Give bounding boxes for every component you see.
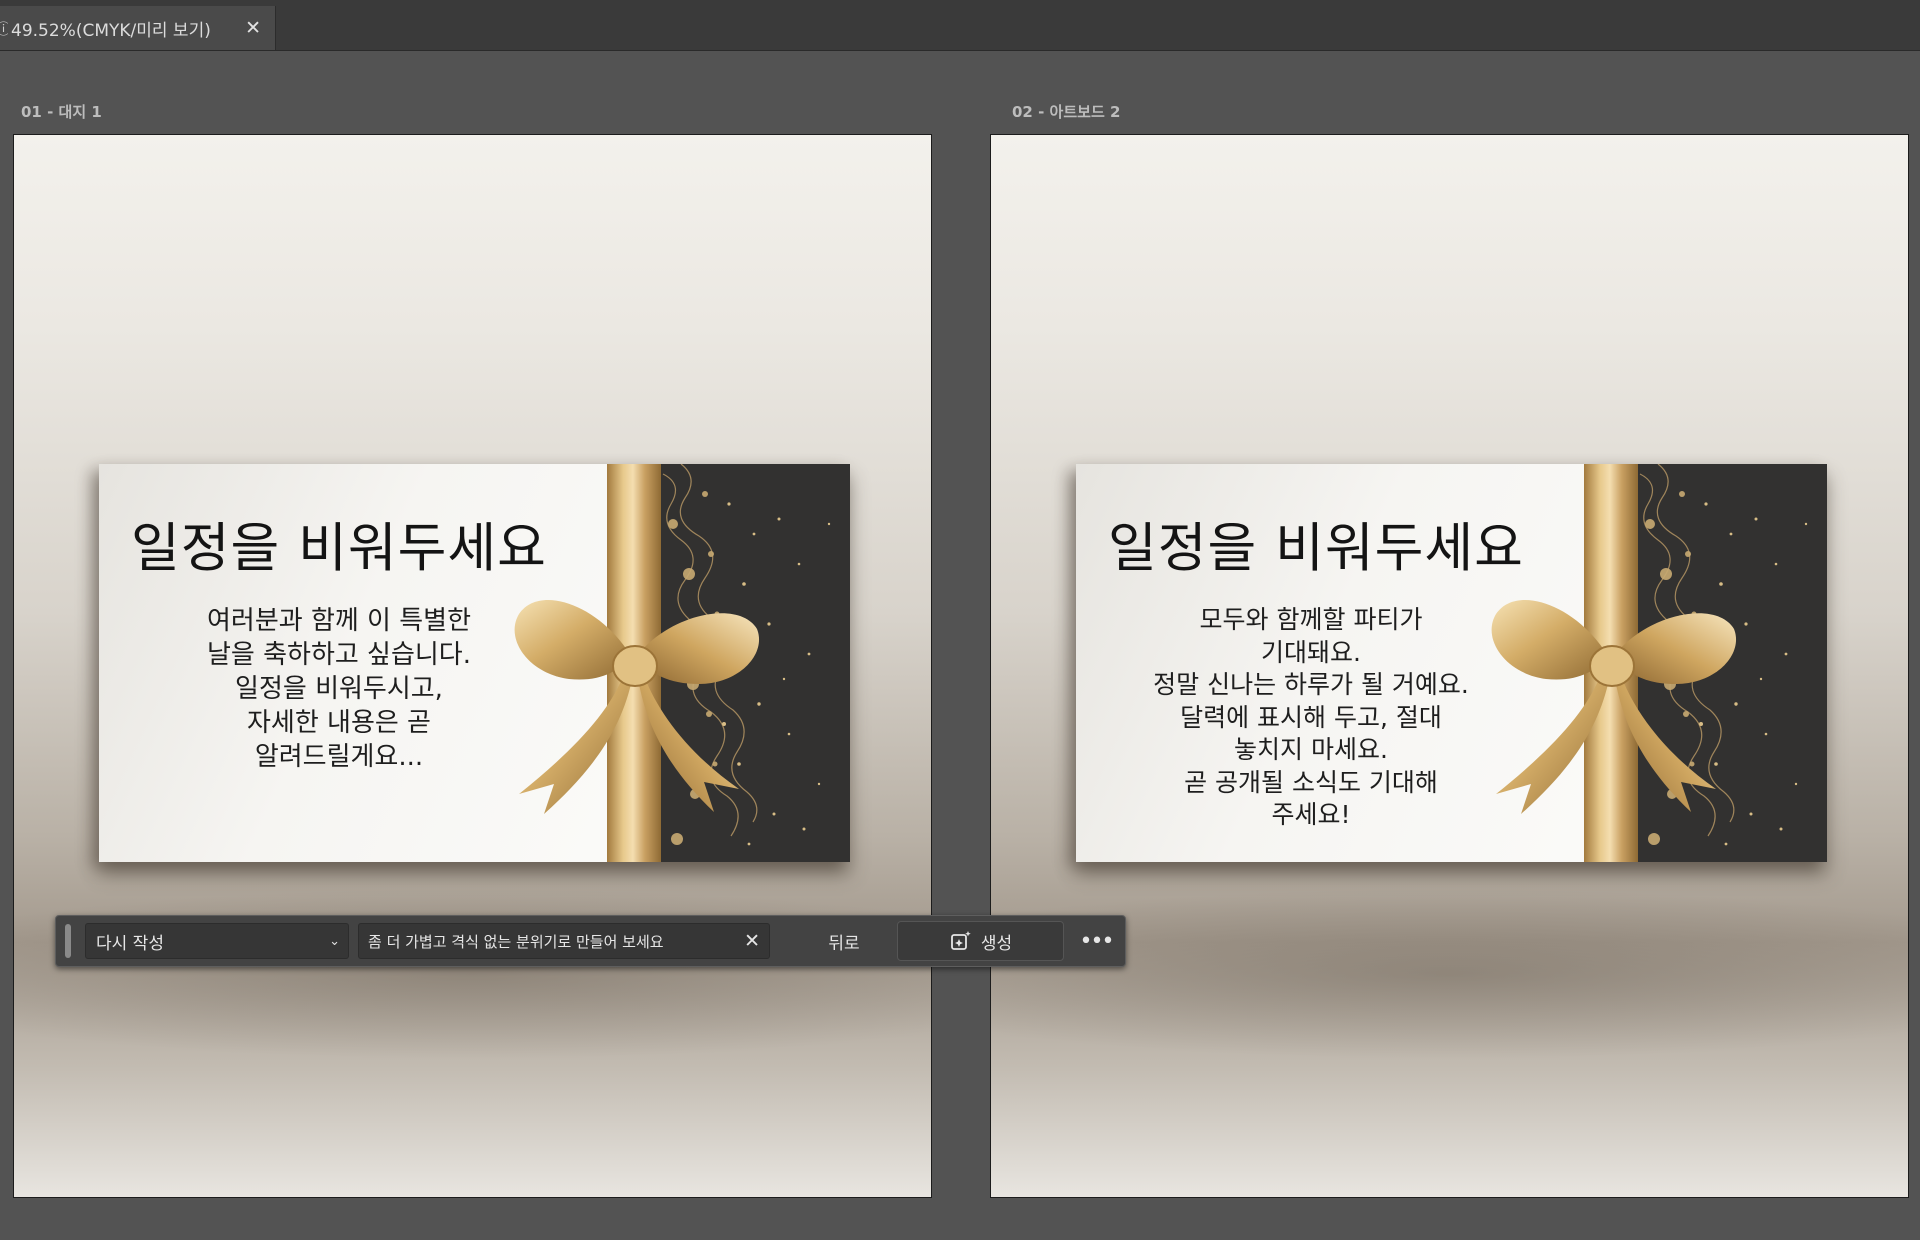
artboard-2[interactable]: 일정을 비워두세요 모두와 함께할 파티가 기대돼요. 정말 신나는 하루가 될…	[990, 134, 1909, 1198]
rewrite-mode-select[interactable]: 다시 작성 ⌄	[85, 923, 349, 959]
back-button[interactable]: 뒤로	[809, 923, 879, 959]
card-body-line: 기대돼요.	[1261, 637, 1361, 667]
card-body-line: 주세요!	[1271, 800, 1351, 829]
contextual-task-bar: 다시 작성 ⌄ 좀 더 가볍고 격식 없는 분위기로 만들어 보세요 ✕ 뒤로 …	[55, 915, 1126, 967]
card-body-line: 날을 축하하고 싶습니다.	[207, 640, 471, 670]
card-body-text[interactable]: 모두와 함께할 파티가 기대돼요. 정말 신나는 하루가 될 거예요. 달력에 …	[1126, 604, 1496, 832]
mode-select-value: 다시 작성	[96, 933, 164, 954]
card-body-line: 정말 신나는 하루가 될 거예요.	[1153, 670, 1469, 699]
document-tab-title: 49.52%(CMYK/미리 보기)	[11, 20, 211, 41]
clear-icon[interactable]: ✕	[744, 930, 760, 952]
card-body-line: 모두와 함께할 파티가	[1199, 605, 1423, 634]
card-body-line: 곧 공개될 소식도 기대해	[1184, 767, 1438, 797]
document-tab-status-icon: ⓘ	[0, 19, 8, 38]
close-icon[interactable]: ✕	[245, 17, 261, 39]
card-title[interactable]: 일정을 비워두세요	[1108, 506, 1578, 582]
more-options-button[interactable]: •••	[1076, 923, 1116, 959]
card-body-line: 자세한 내용은 곧	[247, 708, 431, 738]
card-body-line: 일정을 비워두시고,	[235, 674, 443, 704]
generate-button[interactable]: 생성	[897, 921, 1064, 961]
document-tab-bar: ⓘ 49.52%(CMYK/미리 보기) ✕	[0, 0, 1920, 51]
artboard-1[interactable]: 일정을 비워두세요 여러분과 함께 이 특별한 날을 축하하고 싶습니다. 일정…	[13, 134, 932, 1198]
gift-card[interactable]: 일정을 비워두세요 여러분과 함께 이 특별한 날을 축하하고 싶습니다. 일정…	[99, 464, 850, 862]
document-tab[interactable]: ⓘ 49.52%(CMYK/미리 보기) ✕	[0, 6, 276, 50]
gold-bow	[514, 599, 760, 814]
chevron-down-icon: ⌄	[329, 933, 340, 949]
card-body-line: 달력에 표시해 두고, 절대	[1180, 702, 1442, 732]
card-body-line: 알려드릴게요...	[254, 742, 424, 772]
card-body-line: 놓치지 마세요.	[1234, 735, 1388, 764]
artboard-label-2[interactable]: 02 - 아트보드 2	[1012, 101, 1120, 122]
generative-sparkle-icon	[950, 931, 971, 950]
card-title[interactable]: 일정을 비워두세요	[131, 506, 601, 582]
gold-bow	[1491, 599, 1737, 814]
artboard-label-1[interactable]: 01 - 대지 1	[21, 101, 102, 122]
card-body-line: 여러분과 함께 이 특별한	[207, 606, 471, 636]
gift-card[interactable]: 일정을 비워두세요 모두와 함께할 파티가 기대돼요. 정말 신나는 하루가 될…	[1076, 464, 1827, 862]
card-body-text[interactable]: 여러분과 함께 이 특별한 날을 축하하고 싶습니다. 일정을 비워두시고, 자…	[139, 604, 539, 774]
drag-handle[interactable]	[65, 924, 71, 958]
prompt-input[interactable]: 좀 더 가볍고 격식 없는 분위기로 만들어 보세요 ✕	[358, 923, 770, 959]
generate-label: 생성	[980, 933, 1013, 954]
prompt-input-value: 좀 더 가볍고 격식 없는 분위기로 만들어 보세요	[368, 932, 664, 951]
